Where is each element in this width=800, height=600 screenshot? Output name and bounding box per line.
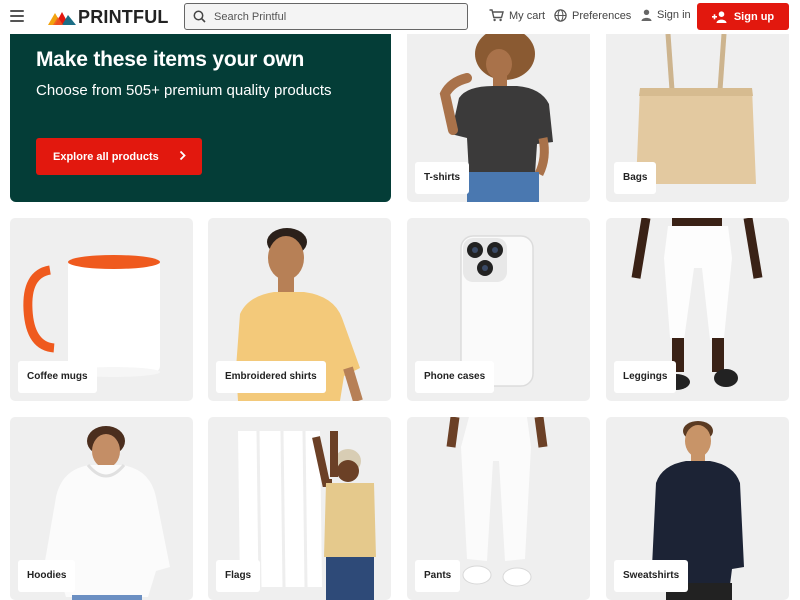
signin-label: Sign in (657, 9, 691, 21)
category-label: Bags (614, 162, 657, 194)
search-bar[interactable] (184, 3, 468, 30)
category-card-embroidered-shirts[interactable]: Embroidered shirts (208, 218, 391, 401)
category-card-pants[interactable]: Pants (407, 417, 590, 600)
cart-label: My cart (509, 9, 546, 22)
signup-button[interactable]: Sign up (697, 3, 789, 30)
category-label: Embroidered shirts (216, 361, 326, 393)
category-card-leggings[interactable]: Leggings (606, 218, 789, 401)
logo-text: PRINTFUL (78, 7, 169, 27)
user-icon (641, 9, 652, 21)
hero-banner: Make these items your own Choose from 50… (10, 34, 391, 202)
category-card-coffee-mugs[interactable]: Coffee mugs (10, 218, 193, 401)
hero-title: Make these items your own (36, 48, 305, 71)
category-label: Leggings (614, 361, 677, 393)
category-label: Coffee mugs (18, 361, 97, 393)
signin-link[interactable]: Sign in (641, 9, 691, 21)
category-label: Sweatshirts (614, 560, 689, 592)
category-card-sweatshirts[interactable]: Sweatshirts (606, 417, 789, 600)
cart-link[interactable]: My cart (489, 9, 545, 22)
search-icon (193, 10, 206, 23)
top-header: PRINTFUL My cart Preferences Sign in (0, 0, 800, 34)
category-card-bags[interactable]: Bags (606, 34, 789, 202)
hero-subtitle: Choose from 505+ premium quality product… (36, 82, 332, 99)
printful-logo[interactable]: PRINTFUL (48, 7, 169, 28)
category-card-hoodies[interactable]: Hoodies (10, 417, 193, 600)
explore-products-label: Explore all products (53, 150, 159, 163)
category-card-phone-cases[interactable]: Phone cases (407, 218, 590, 401)
category-label: Phone cases (415, 361, 495, 393)
globe-icon (554, 9, 567, 22)
hamburger-menu-icon[interactable] (10, 10, 24, 22)
add-user-icon (711, 10, 727, 23)
cart-icon (489, 9, 504, 22)
category-label: T-shirts (415, 162, 470, 194)
preferences-link[interactable]: Preferences (554, 9, 631, 22)
category-card-flags[interactable]: Flags (208, 417, 391, 600)
category-label: Pants (415, 560, 461, 592)
category-label: Hoodies (18, 560, 76, 592)
search-input[interactable] (214, 10, 434, 23)
preferences-label: Preferences (572, 9, 632, 22)
signup-label: Sign up (733, 10, 775, 23)
explore-products-button[interactable]: Explore all products (36, 138, 202, 175)
logo-mountains-icon (48, 11, 76, 25)
category-label: Flags (216, 560, 261, 592)
category-card-tshirts[interactable]: T-shirts (407, 34, 590, 202)
chevron-right-icon (179, 150, 186, 161)
